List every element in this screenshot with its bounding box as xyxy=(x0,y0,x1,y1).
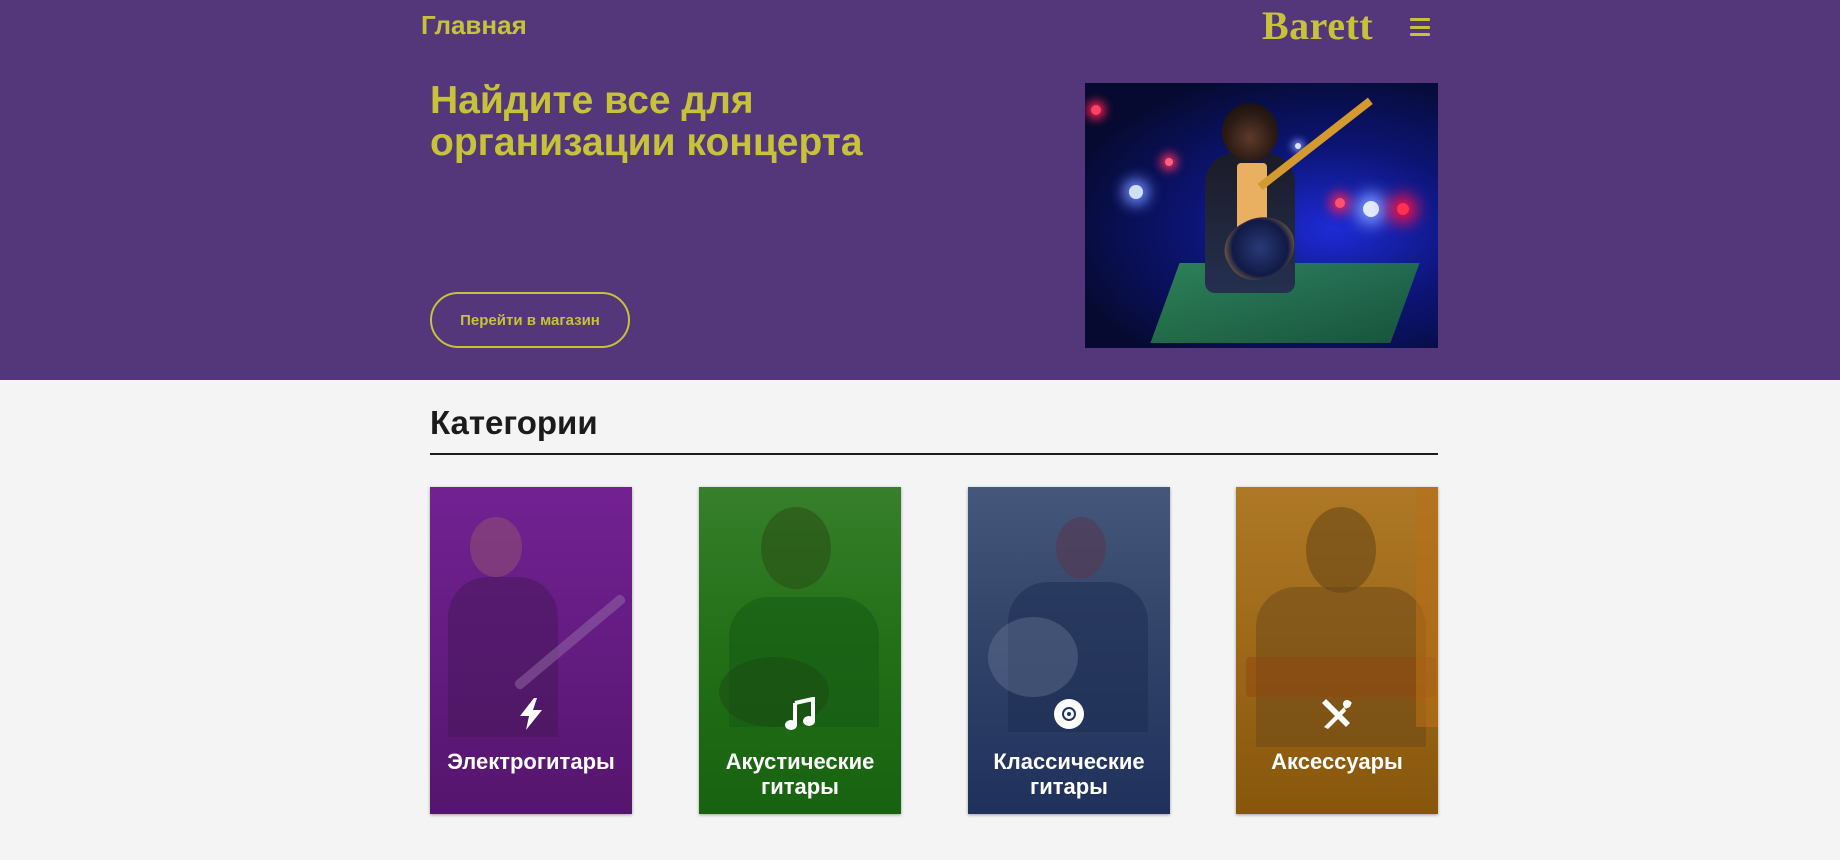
hero-title: Найдите все для организации концерта xyxy=(430,79,863,164)
category-label: Электрогитары xyxy=(447,749,615,774)
category-card-acoustic[interactable]: Акустические гитары xyxy=(699,487,901,814)
disc-icon xyxy=(968,697,1170,731)
lightning-icon xyxy=(430,697,632,731)
category-label: Аксессуары xyxy=(1271,749,1403,774)
guitarist-head xyxy=(1222,103,1278,161)
stage-light xyxy=(1363,201,1379,217)
stage-light xyxy=(1335,198,1345,208)
stage-light xyxy=(1397,203,1409,215)
categories-title: Категории xyxy=(430,404,598,441)
brand-logo[interactable]: Barett xyxy=(1262,2,1373,49)
category-card-accessories[interactable]: Аксессуары xyxy=(1236,487,1438,814)
nav-home-link[interactable]: Главная xyxy=(421,10,527,41)
category-label: Классические гитары xyxy=(993,749,1145,799)
hero-image xyxy=(1085,83,1438,348)
stage-light xyxy=(1165,158,1173,166)
go-to-shop-button[interactable]: Перейти в магазин xyxy=(430,292,630,348)
category-card-electric[interactable]: Электрогитары xyxy=(430,487,632,814)
menu-bar xyxy=(1410,18,1430,21)
hero-section: Главная Barett Найдите все для организац… xyxy=(0,0,1840,380)
menu-bar xyxy=(1410,33,1430,36)
stage-light xyxy=(1091,105,1101,115)
category-label: Акустические гитары xyxy=(725,749,875,799)
categories-divider xyxy=(430,453,1438,455)
menu-bar xyxy=(1410,25,1430,29)
tools-icon xyxy=(1236,697,1438,731)
stage-light xyxy=(1295,143,1301,149)
category-card-classical[interactable]: Классические гитары xyxy=(968,487,1170,814)
music-note-icon xyxy=(699,697,901,731)
hamburger-icon[interactable] xyxy=(1406,14,1434,40)
stage-light xyxy=(1129,185,1143,199)
